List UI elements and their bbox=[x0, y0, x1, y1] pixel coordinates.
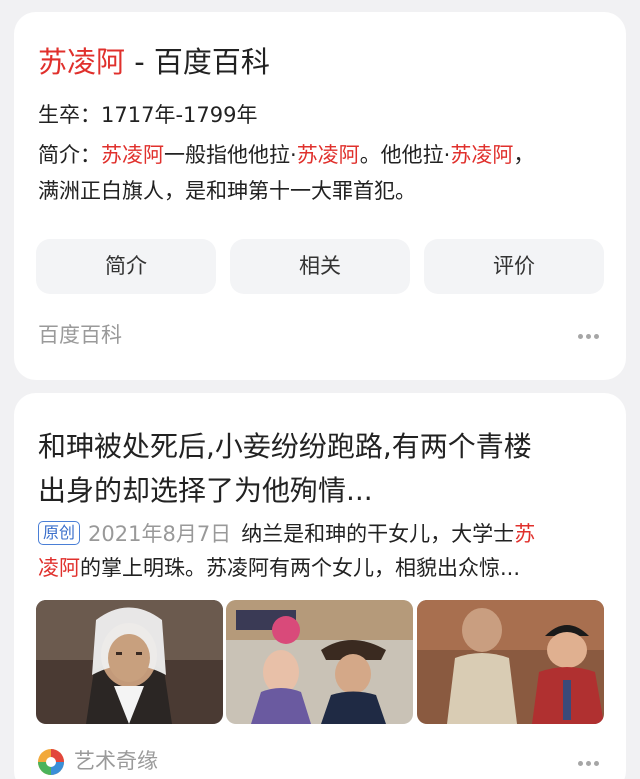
article-title-line: 和珅被处死后,小妾纷纷跑路,有两个青楼 bbox=[38, 430, 532, 463]
tab-review[interactable]: 评价 bbox=[424, 239, 604, 294]
article-result-card[interactable]: 和珅被处死后,小妾纷纷跑路,有两个青楼 出身的却选择了为他殉情... 原创 202… bbox=[14, 393, 626, 779]
snippet-highlight: 苏 bbox=[514, 522, 536, 546]
author-avatar bbox=[38, 749, 64, 775]
baike-result-card[interactable]: 苏凌阿 - 百度百科 生卒：1717年-1799年 简介：苏凌阿一般指他他拉·苏… bbox=[14, 12, 626, 380]
intro-text: 。他他拉· bbox=[359, 143, 451, 167]
section-tabs: 简介 相关 评价 bbox=[36, 239, 604, 294]
original-badge: 原创 bbox=[38, 521, 81, 545]
intro-line: 简介：苏凌阿一般指他他拉·苏凌阿。他他拉·苏凌阿， bbox=[38, 138, 534, 172]
lifespan-line: 生卒：1717年-1799年 bbox=[38, 98, 257, 132]
intro-highlight: 苏凌阿 bbox=[450, 143, 514, 167]
title-text: - 百度百科 bbox=[125, 45, 270, 79]
intro-line-2: 满洲正白旗人，是和珅第十一大罪首犯。 bbox=[38, 179, 416, 203]
article-snippet: 原创 2021年8月7日 纳兰是和珅的干女儿，大学士苏 凌阿的掌上明珠。苏凌阿有两个… bbox=[38, 517, 606, 585]
snippet-text: 的掌上明珠。苏凌阿有两个女儿，相貌出众惊... bbox=[80, 556, 521, 580]
source-label[interactable]: 百度百科 bbox=[38, 319, 122, 351]
lifespan-label: 生卒： bbox=[38, 103, 101, 127]
title-highlight: 苏凌阿 bbox=[38, 45, 126, 79]
intro-highlight: 苏凌阿 bbox=[296, 143, 360, 167]
more-options-icon[interactable] bbox=[578, 761, 600, 767]
tab-related[interactable]: 相关 bbox=[230, 239, 410, 294]
article-image-2[interactable] bbox=[226, 600, 413, 724]
article-title[interactable]: 和珅被处死后,小妾纷纷跑路,有两个青楼 出身的却选择了为他殉情... bbox=[38, 425, 608, 513]
article-image-3[interactable] bbox=[417, 600, 604, 724]
article-image-1[interactable] bbox=[36, 600, 223, 724]
article-title-line: 出身的却选择了为他殉情... bbox=[38, 474, 373, 507]
intro-text: ， bbox=[513, 143, 535, 167]
snippet-highlight: 凌阿 bbox=[38, 556, 80, 580]
intro-label: 简介： bbox=[38, 143, 101, 167]
result-title[interactable]: 苏凌阿 - 百度百科 bbox=[38, 42, 270, 82]
author-name: 艺术奇缘 bbox=[74, 749, 158, 773]
more-options-icon[interactable] bbox=[578, 334, 600, 340]
tab-intro[interactable]: 简介 bbox=[36, 239, 216, 294]
article-images bbox=[36, 600, 604, 724]
lifespan-value: 1717年-1799年 bbox=[101, 103, 258, 127]
intro-highlight: 苏凌阿 bbox=[101, 143, 164, 167]
snippet-text: 纳兰是和珅的干女儿，大学士 bbox=[241, 522, 515, 546]
publish-date: 2021年8月7日 bbox=[88, 522, 232, 546]
intro-text: 一般指他他拉· bbox=[164, 143, 297, 167]
